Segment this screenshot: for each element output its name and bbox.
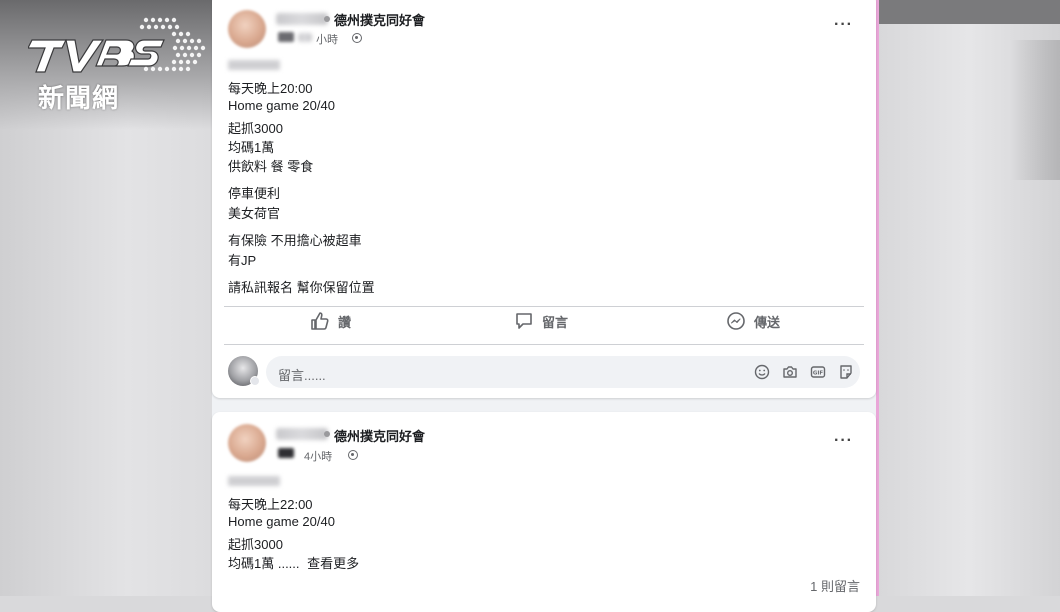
comment-count-link[interactable]: 1 則留言 xyxy=(810,576,860,595)
post-text-line: Home game 20/40 xyxy=(228,514,335,529)
sticker-icon[interactable] xyxy=(838,364,854,380)
author-avatar[interactable] xyxy=(228,10,266,48)
blurred-subtext xyxy=(228,476,280,486)
post-timestamp[interactable]: 小時 xyxy=(316,31,338,47)
post-text-line: 均碼1萬 ...... 查看更多 xyxy=(228,553,359,572)
comment-button[interactable]: 留言 xyxy=(514,310,568,332)
like-label: 讚 xyxy=(338,314,352,330)
window-edge xyxy=(876,0,879,596)
post-text-line: 每天晚上20:00 xyxy=(228,81,313,96)
post-text-line: 停車便利 xyxy=(228,186,281,201)
author-name-blurred xyxy=(276,428,328,440)
post-text-line: Home game 20/40 xyxy=(228,98,335,113)
author-role-blurred xyxy=(278,448,294,458)
separator-dot xyxy=(324,16,330,22)
send-label: 傳送 xyxy=(754,314,781,330)
comment-label: 留言 xyxy=(542,314,569,330)
feed-post: 德州撲克同好會 小時 ··· 每天晚上20:00 Home game 20/40… xyxy=(212,0,876,398)
post-text-line: 有JP xyxy=(228,253,257,268)
separator-dot xyxy=(324,431,330,437)
globe-icon xyxy=(348,450,358,460)
send-button[interactable]: 傳送 xyxy=(726,310,780,332)
chevron-down-icon[interactable] xyxy=(250,376,260,386)
group-name-link[interactable]: 德州撲克同好會 xyxy=(334,10,425,29)
post-text-line: 供飲料 餐 零食 xyxy=(228,159,314,174)
post-text-line: 有保險 不用擔心被超車 xyxy=(228,233,362,248)
tvbs-logo: 新聞網 xyxy=(27,16,218,116)
post-text-line: 請私訊報名 幫你保留位置 xyxy=(228,280,375,295)
tvbs-wordmark xyxy=(27,17,206,73)
comment-input[interactable]: 留言...... GIF xyxy=(266,356,860,388)
post-text-line: 美女荷官 xyxy=(228,206,281,221)
see-more-link[interactable]: 查看更多 xyxy=(307,556,359,571)
author-role-blurred xyxy=(278,32,294,42)
thumbs-up-icon xyxy=(311,312,329,330)
emoji-icon[interactable] xyxy=(754,364,770,380)
post-text-line: 均碼1萬 xyxy=(228,140,275,155)
blurred-subtext xyxy=(228,60,280,70)
time-prefix-blurred xyxy=(298,33,312,42)
speech-bubble-icon xyxy=(516,313,532,329)
post-text-line: 起抓3000 xyxy=(228,537,283,552)
news-feed: 德州撲克同好會 小時 ··· 每天晚上20:00 Home game 20/40… xyxy=(212,0,876,612)
tvbs-subtitle: 新聞網 xyxy=(38,84,120,114)
author-avatar[interactable] xyxy=(228,424,266,462)
background-right-top xyxy=(878,0,1060,24)
more-options-icon[interactable]: ··· xyxy=(834,432,853,450)
feed-post: 德州撲克同好會 4小時 ··· 每天晚上22:00 Home game 20/4… xyxy=(212,412,876,612)
post-timestamp[interactable]: 4小時 xyxy=(304,448,332,464)
like-button[interactable]: 讚 xyxy=(310,310,351,332)
background-right-shadow xyxy=(1010,40,1060,180)
comment-placeholder: 留言...... xyxy=(278,368,326,383)
group-name-link[interactable]: 德州撲克同好會 xyxy=(334,426,425,445)
gif-icon[interactable]: GIF xyxy=(810,364,826,380)
more-options-icon[interactable]: ··· xyxy=(834,16,853,34)
divider xyxy=(224,344,864,345)
author-name-blurred xyxy=(276,13,328,25)
post-text-line: 起抓3000 xyxy=(228,121,283,136)
post-text-truncated: 均碼1萬 ...... xyxy=(228,556,300,571)
globe-icon xyxy=(352,33,362,43)
messenger-icon xyxy=(727,312,745,330)
divider xyxy=(224,306,864,307)
camera-icon[interactable] xyxy=(782,364,798,380)
post-text-line: 每天晚上22:00 xyxy=(228,497,313,512)
svg-text:GIF: GIF xyxy=(813,371,824,377)
